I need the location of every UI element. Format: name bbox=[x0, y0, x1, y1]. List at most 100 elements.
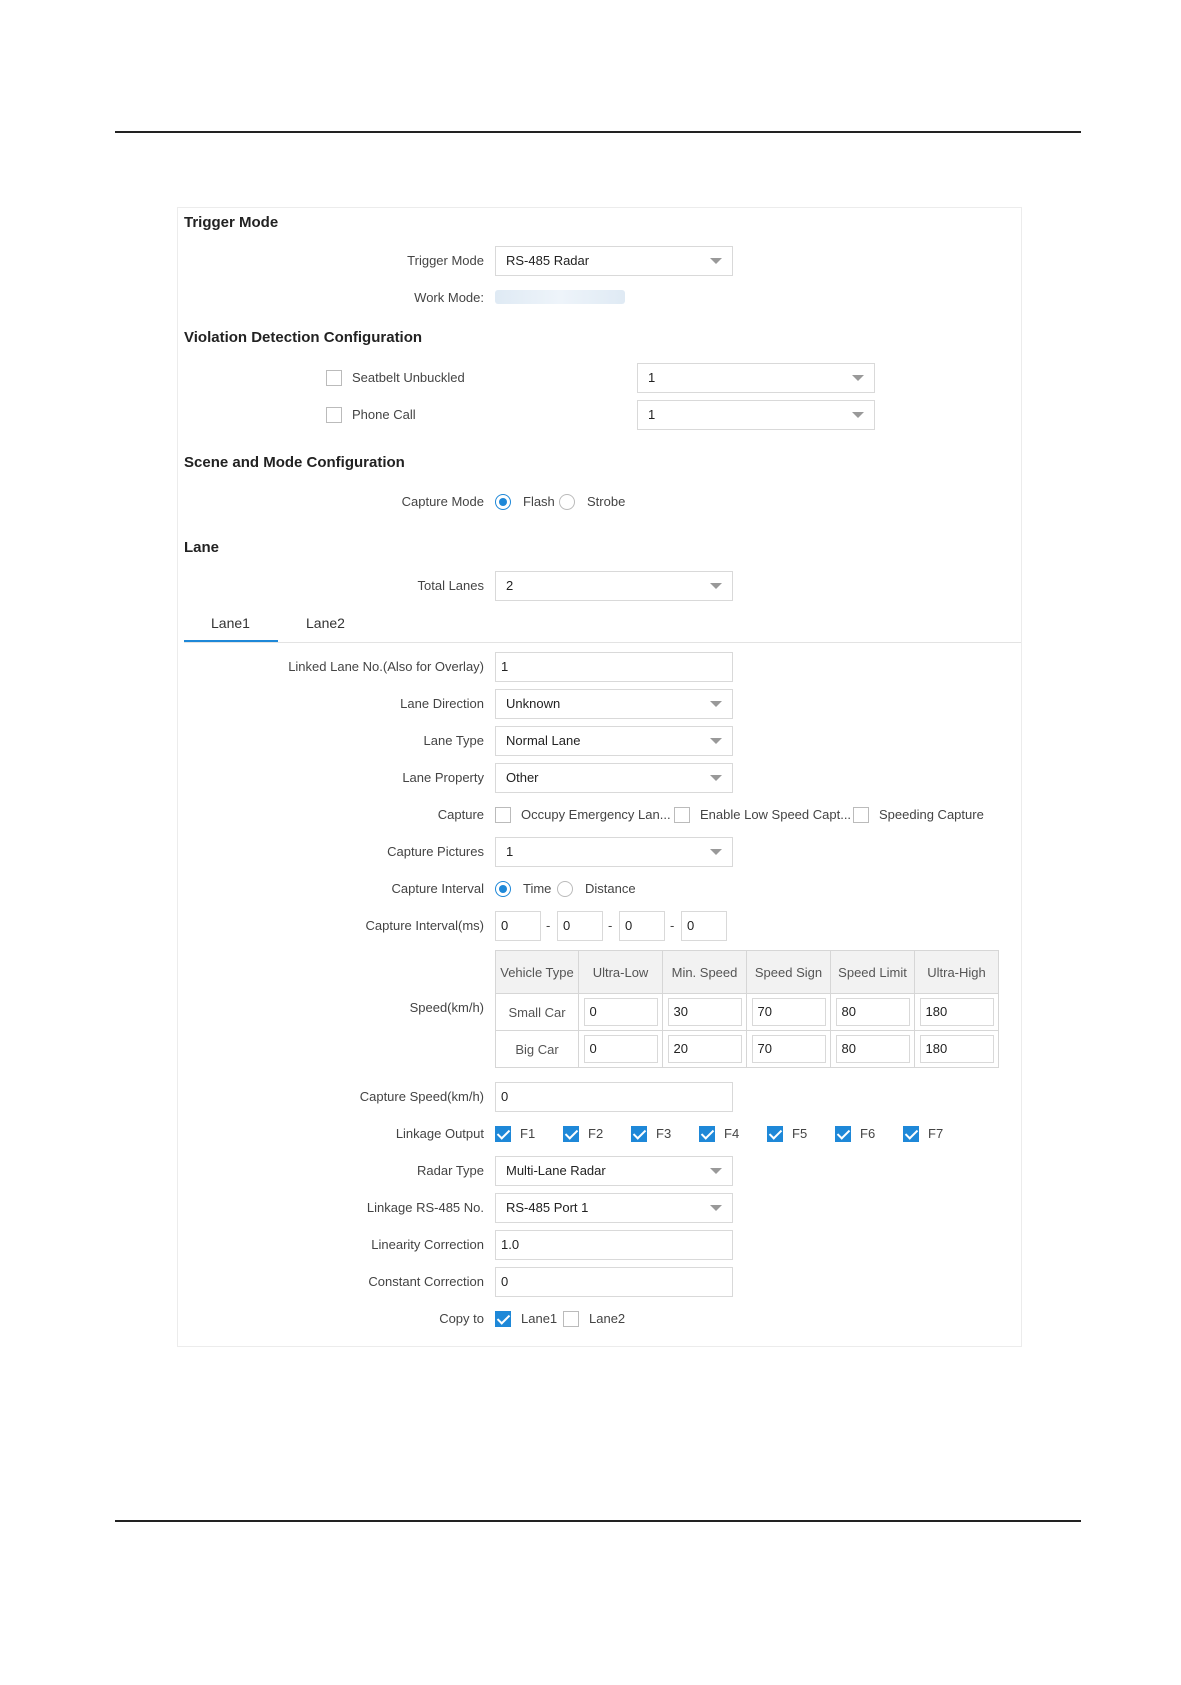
interval-time-label: Time bbox=[523, 881, 552, 896]
linkage-f2-checkbox[interactable] bbox=[563, 1126, 579, 1142]
total-lanes-label: Total Lanes bbox=[417, 578, 485, 593]
vehicle-type-big-car: Big Car bbox=[495, 1030, 579, 1068]
linkage-f1-checkbox[interactable] bbox=[495, 1126, 511, 1142]
speeding-capture-checkbox[interactable] bbox=[853, 807, 869, 823]
tab-lane2[interactable]: Lane2 bbox=[306, 613, 345, 633]
linkage-f2-label: F2 bbox=[588, 1126, 604, 1141]
col-min-speed: Min. Speed bbox=[662, 950, 747, 994]
chevron-down-icon bbox=[710, 701, 722, 707]
seatbelt-checkbox[interactable] bbox=[326, 370, 342, 386]
occupy-emergency-checkbox[interactable] bbox=[495, 807, 511, 823]
linked-lane-input[interactable]: 1 bbox=[495, 652, 733, 682]
capture-pictures-value: 1 bbox=[506, 844, 514, 859]
linkage-f3-checkbox[interactable] bbox=[631, 1126, 647, 1142]
flash-radio[interactable] bbox=[495, 494, 511, 510]
speed-input[interactable]: 180 bbox=[919, 998, 994, 1026]
linkage-f7-label: F7 bbox=[928, 1126, 944, 1141]
linkage-output-label: Linkage Output bbox=[395, 1126, 484, 1141]
radar-type-select[interactable]: Multi-Lane Radar bbox=[495, 1156, 733, 1186]
lane-direction-value: Unknown bbox=[506, 696, 561, 711]
strobe-radio[interactable] bbox=[559, 494, 575, 510]
linearity-input[interactable]: 1.0 bbox=[495, 1230, 733, 1260]
trigger-mode-label: Trigger Mode bbox=[407, 253, 484, 268]
lane-direction-label: Lane Direction bbox=[400, 696, 484, 711]
section-violation: Violation Detection Configuration bbox=[184, 329, 423, 346]
section-scene: Scene and Mode Configuration bbox=[184, 454, 405, 471]
tab-lane1[interactable]: Lane1 bbox=[211, 613, 250, 633]
seatbelt-select[interactable]: 1 bbox=[637, 363, 875, 393]
phone-call-label: Phone Call bbox=[352, 407, 416, 422]
flash-label: Flash bbox=[523, 494, 555, 509]
total-lanes-select[interactable]: 2 bbox=[495, 571, 733, 601]
copy-to-label: Copy to bbox=[439, 1311, 484, 1326]
trigger-mode-value: RS-485 Radar bbox=[506, 253, 590, 268]
speed-input[interactable]: 180 bbox=[919, 1035, 994, 1063]
copy-lane2-label: Lane2 bbox=[589, 1311, 626, 1326]
linkage-f5-label: F5 bbox=[792, 1126, 808, 1141]
speed-input[interactable]: 70 bbox=[751, 998, 826, 1026]
constant-input[interactable]: 0 bbox=[495, 1267, 733, 1297]
chevron-down-icon bbox=[710, 775, 722, 781]
work-mode-label: Work Mode: bbox=[414, 290, 484, 305]
table-row: Small Car 0 30 70 80 180 bbox=[495, 993, 999, 1031]
linkage-f1-label: F1 bbox=[520, 1126, 536, 1141]
phone-call-checkbox[interactable] bbox=[326, 407, 342, 423]
linkage-f4-checkbox[interactable] bbox=[699, 1126, 715, 1142]
chevron-down-icon bbox=[852, 412, 864, 418]
lane-type-select[interactable]: Normal Lane bbox=[495, 726, 733, 756]
speed-input[interactable]: 0 bbox=[583, 1035, 658, 1063]
speed-input[interactable]: 70 bbox=[751, 1035, 826, 1063]
linkage-f6-checkbox[interactable] bbox=[835, 1126, 851, 1142]
interval-time-radio[interactable] bbox=[495, 881, 511, 897]
capture-interval-ms-label: Capture Interval(ms) bbox=[365, 918, 484, 933]
section-lane: Lane bbox=[184, 539, 220, 556]
capture-speed-input[interactable]: 0 bbox=[495, 1082, 733, 1112]
phone-call-value: 1 bbox=[648, 407, 656, 422]
interval-ms-input-1[interactable]: 0 bbox=[495, 911, 541, 941]
occupy-emergency-label: Occupy Emergency Lan... bbox=[521, 807, 671, 822]
low-speed-checkbox[interactable] bbox=[674, 807, 690, 823]
speed-table: Vehicle Type Ultra-Low Min. Speed Speed … bbox=[495, 950, 999, 1068]
interval-ms-input-3[interactable]: 0 bbox=[619, 911, 665, 941]
linkage-f3-label: F3 bbox=[656, 1126, 672, 1141]
lane-direction-select[interactable]: Unknown bbox=[495, 689, 733, 719]
interval-ms-input-4[interactable]: 0 bbox=[681, 911, 727, 941]
interval-ms-input-2[interactable]: 0 bbox=[557, 911, 603, 941]
seatbelt-value: 1 bbox=[648, 370, 656, 385]
trigger-mode-select[interactable]: RS-485 Radar bbox=[495, 246, 733, 276]
interval-distance-radio[interactable] bbox=[557, 881, 573, 897]
capture-pictures-select[interactable]: 1 bbox=[495, 837, 733, 867]
chevron-down-icon bbox=[710, 583, 722, 589]
speed-input[interactable]: 80 bbox=[835, 998, 910, 1026]
speed-input[interactable]: 80 bbox=[835, 1035, 910, 1063]
chevron-down-icon bbox=[852, 375, 864, 381]
linkage-f5-checkbox[interactable] bbox=[767, 1126, 783, 1142]
interval-distance-label: Distance bbox=[585, 881, 636, 896]
table-row: Big Car 0 20 70 80 180 bbox=[495, 1030, 999, 1068]
col-speed-sign: Speed Sign bbox=[746, 950, 831, 994]
capture-pictures-label: Capture Pictures bbox=[387, 844, 484, 859]
lane-property-label: Lane Property bbox=[402, 770, 484, 785]
speed-input[interactable]: 20 bbox=[667, 1035, 742, 1063]
rs485-select[interactable]: RS-485 Port 1 bbox=[495, 1193, 733, 1223]
linkage-f7-checkbox[interactable] bbox=[903, 1126, 919, 1142]
config-panel: Trigger Mode Trigger Mode RS-485 Radar W… bbox=[177, 207, 1022, 1347]
lane-property-select[interactable]: Other bbox=[495, 763, 733, 793]
footer-rule bbox=[115, 1520, 1081, 1522]
linked-lane-label: Linked Lane No.(Also for Overlay) bbox=[288, 659, 484, 674]
strobe-label: Strobe bbox=[587, 494, 626, 509]
phone-call-select[interactable]: 1 bbox=[637, 400, 875, 430]
capture-speed-label: Capture Speed(km/h) bbox=[359, 1089, 484, 1104]
speed-input[interactable]: 0 bbox=[583, 998, 658, 1026]
chevron-down-icon bbox=[710, 738, 722, 744]
speed-input[interactable]: 30 bbox=[667, 998, 742, 1026]
copy-lane1-checkbox[interactable] bbox=[495, 1311, 511, 1327]
total-lanes-value: 2 bbox=[506, 578, 514, 593]
copy-lane2-checkbox[interactable] bbox=[563, 1311, 579, 1327]
rs485-value: RS-485 Port 1 bbox=[506, 1200, 589, 1215]
speed-table-header: Vehicle Type Ultra-Low Min. Speed Speed … bbox=[495, 950, 999, 994]
capture-mode-label: Capture Mode bbox=[401, 494, 484, 509]
section-trigger-mode: Trigger Mode bbox=[184, 214, 279, 231]
interval-sep: - bbox=[670, 918, 675, 933]
linearity-label: Linearity Correction bbox=[371, 1237, 484, 1252]
